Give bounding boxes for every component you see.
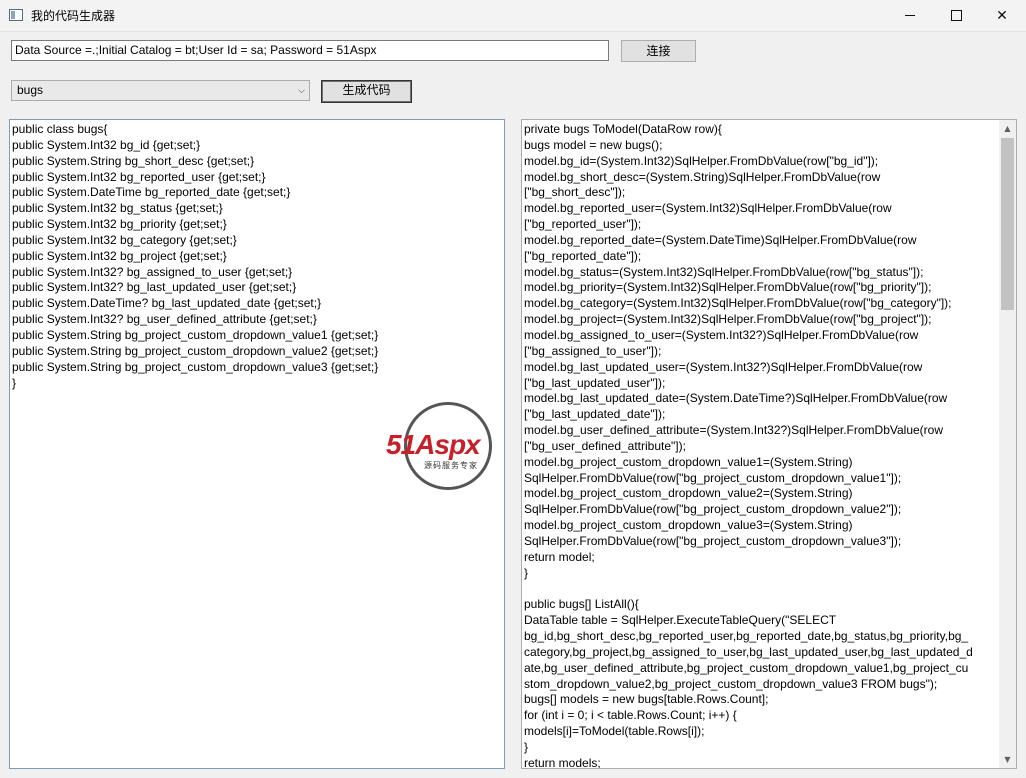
table-select[interactable]: bugs ⌵ <box>11 80 310 101</box>
vertical-scrollbar[interactable]: ▲ ▼ <box>999 120 1016 768</box>
dal-code-text: private bugs ToModel(DataRow row){ bugs … <box>524 122 973 769</box>
generate-code-button[interactable]: 生成代码 <box>321 80 412 103</box>
close-button[interactable]: ✕ <box>979 0 1025 31</box>
watermark-tagline: 源码服务专家 <box>424 461 478 470</box>
window-title: 我的代码生成器 <box>31 9 116 23</box>
table-select-value: bugs <box>17 83 44 97</box>
window-app-icon <box>9 9 23 21</box>
watermark-logo: 51Aspx 源码服务专家 <box>386 402 512 494</box>
watermark-logo-text: 51Aspx <box>386 429 481 460</box>
connection-string-input[interactable]: Data Source =.;Initial Catalog = bt;User… <box>11 40 609 61</box>
connect-button[interactable]: 连接 <box>621 40 696 62</box>
minimize-button[interactable] <box>887 0 933 31</box>
close-icon: ✕ <box>996 7 1008 24</box>
maximize-icon <box>950 10 962 21</box>
scrollbar-thumb[interactable] <box>1001 138 1014 310</box>
minimize-icon <box>905 15 915 16</box>
maximize-button[interactable] <box>933 0 979 31</box>
chevron-down-icon: ⌵ <box>298 85 305 95</box>
dal-code-textbox[interactable]: private bugs ToModel(DataRow row){ bugs … <box>521 119 1017 769</box>
title-bar: 我的代码生成器 ✕ <box>0 0 1026 32</box>
scroll-up-icon[interactable]: ▲ <box>999 120 1016 137</box>
scroll-down-icon[interactable]: ▼ <box>999 751 1016 768</box>
model-code-text: public class bugs{ public System.Int32 b… <box>12 122 379 390</box>
